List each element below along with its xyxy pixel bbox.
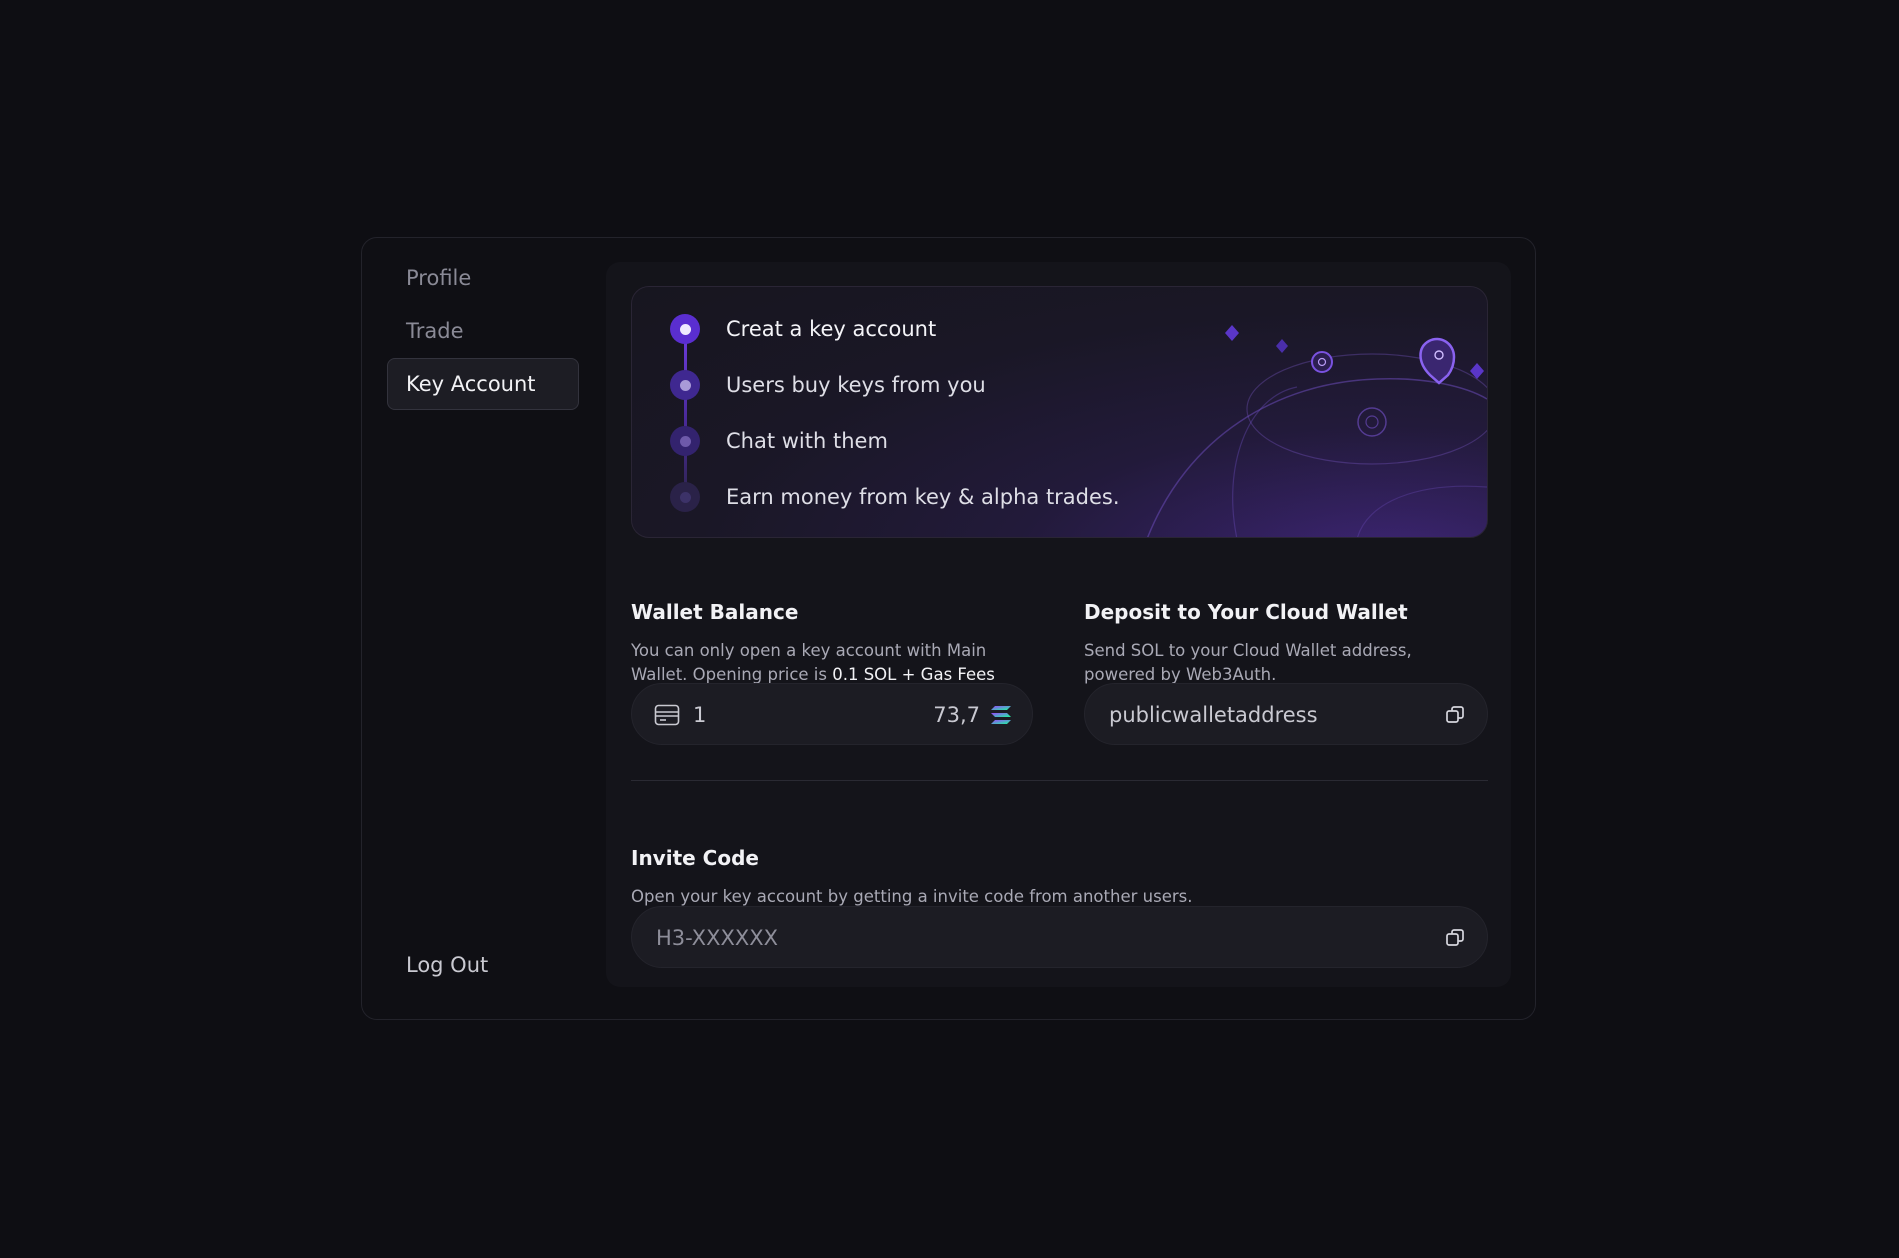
step-label: Creat a key account <box>726 317 937 341</box>
wallet-balance-field: 1 73,7 <box>631 683 1033 745</box>
wallet-icon <box>654 704 680 726</box>
divider <box>631 780 1488 781</box>
step-indicator <box>670 314 700 344</box>
step-label: Users buy keys from you <box>726 373 986 397</box>
step-item: Earn money from key & alpha trades. <box>632 479 1192 515</box>
opening-price: 0.1 SOL + Gas Fees <box>832 665 995 684</box>
step-indicator <box>670 426 700 456</box>
step-indicator <box>670 370 700 400</box>
sidebar-item-key-account[interactable]: Key Account <box>387 358 579 410</box>
sidebar: Profile Trade Key Account Log Out <box>362 238 602 1019</box>
logout-button[interactable]: Log Out <box>406 953 488 977</box>
solana-icon <box>991 706 1011 724</box>
wallet-address-field[interactable]: publicwalletaddress <box>1084 683 1488 745</box>
step-item: Users buy keys from you <box>632 367 1192 403</box>
invite-code-title: Invite Code <box>631 846 759 870</box>
sidebar-item-trade[interactable]: Trade <box>387 305 579 357</box>
wallet-address: publicwalletaddress <box>1109 703 1318 727</box>
key-account-panel: Creat a key account Users buy keys from … <box>606 262 1511 987</box>
step-indicator <box>670 482 700 512</box>
app-window: Profile Trade Key Account Log Out Creat … <box>361 237 1536 1020</box>
wallet-balance-title: Wallet Balance <box>631 600 799 624</box>
step-label: Earn money from key & alpha trades. <box>726 485 1120 509</box>
invite-code-field[interactable]: H3-XXXXXX <box>631 906 1488 968</box>
deposit-description: Send SOL to your Cloud Wallet address, p… <box>1084 641 1412 684</box>
wallet-count: 1 <box>693 703 707 727</box>
sidebar-item-profile[interactable]: Profile <box>387 252 579 304</box>
invite-code-input[interactable]: H3-XXXXXX <box>656 907 778 969</box>
wallet-balance-description: You can only open a key account with Mai… <box>631 641 995 684</box>
copy-icon[interactable] <box>1445 928 1465 948</box>
copy-icon[interactable] <box>1445 705 1465 725</box>
step-item: Creat a key account <box>632 311 1192 347</box>
step-label: Chat with them <box>726 429 888 453</box>
steps-connector <box>684 339 687 499</box>
steps-card: Creat a key account Users buy keys from … <box>631 286 1488 538</box>
deposit-title: Deposit to Your Cloud Wallet <box>1084 600 1408 624</box>
step-item: Chat with them <box>632 423 1192 459</box>
wallet-balance-value: 73,7 <box>933 703 980 727</box>
